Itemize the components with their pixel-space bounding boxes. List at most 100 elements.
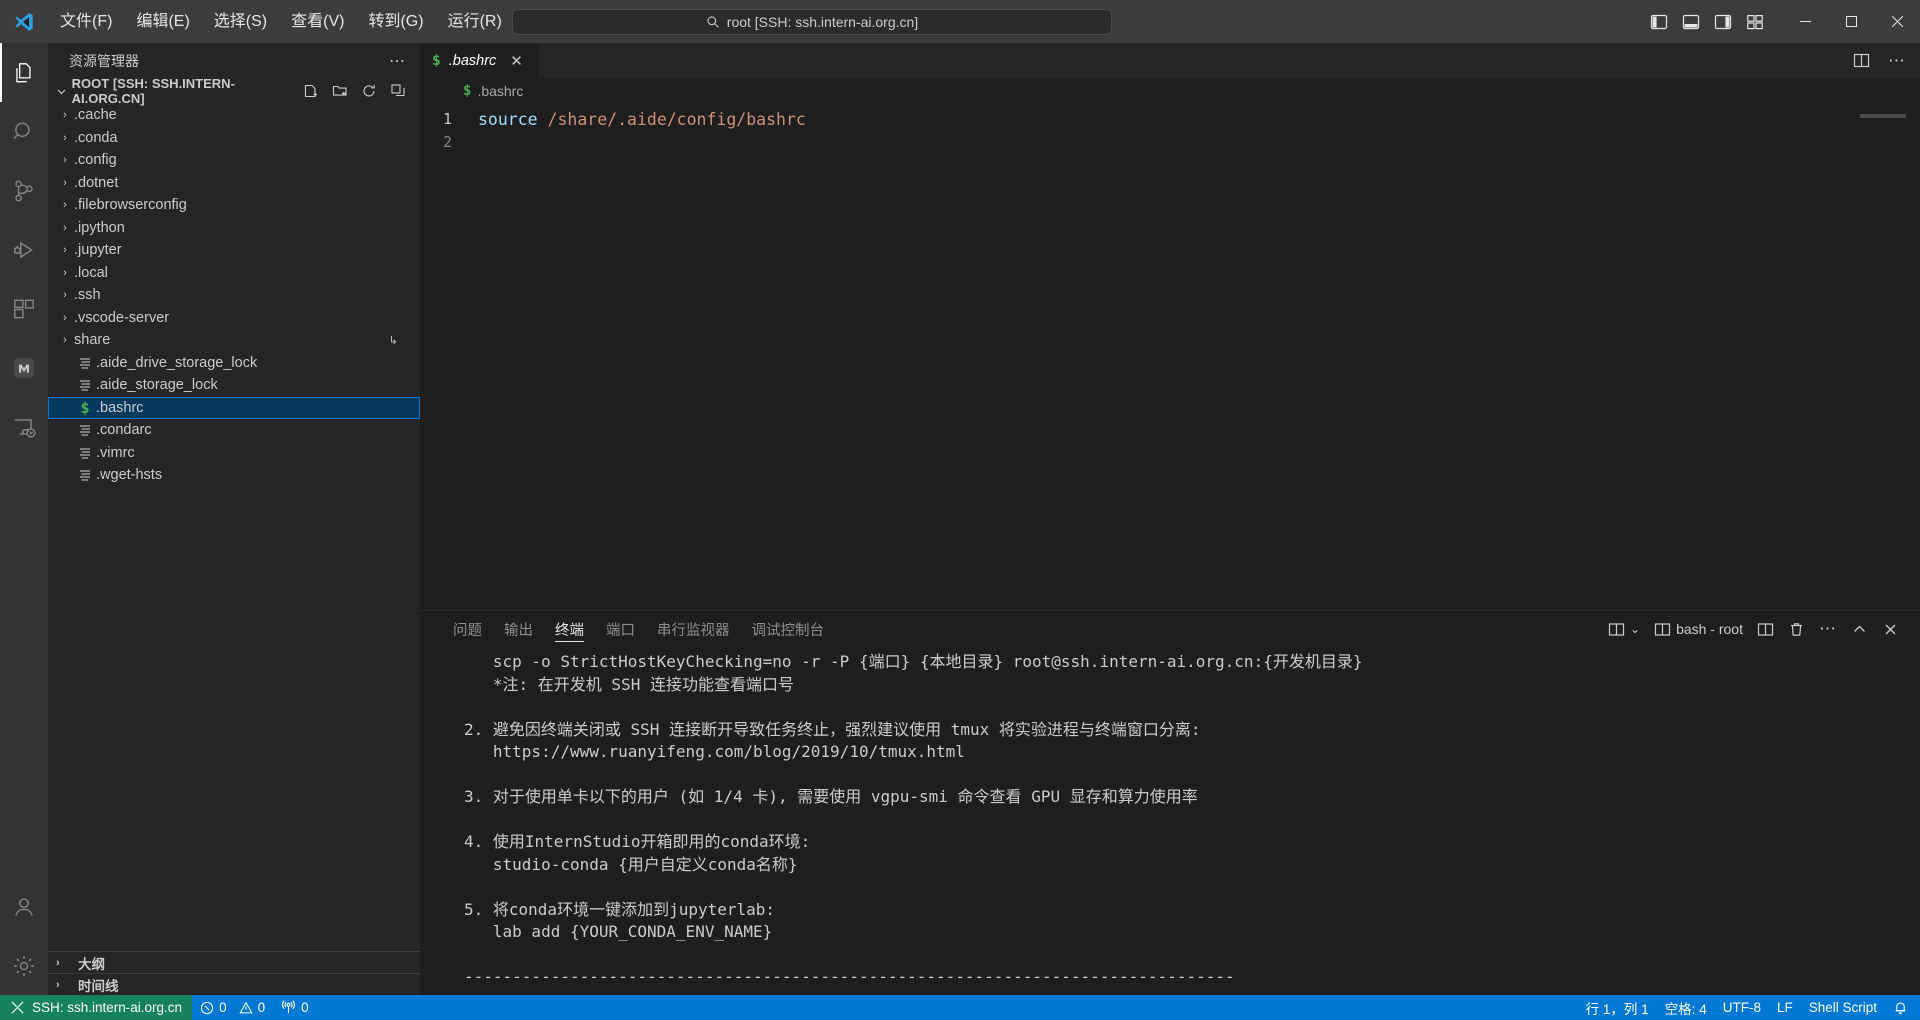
tree-item-dotnet[interactable]: › .dotnet	[48, 172, 420, 195]
tree-item-ipython[interactable]: › .ipython	[48, 217, 420, 240]
sidebar-section-timeline[interactable]: › 时间线	[48, 973, 420, 995]
activity-item-marscode[interactable]	[0, 338, 48, 397]
symlink-icon: ↳	[388, 334, 398, 347]
warning-icon	[238, 1001, 253, 1015]
close-icon[interactable]: ✕	[510, 52, 523, 70]
collapse-all-icon[interactable]	[390, 83, 406, 99]
tree-root-folder[interactable]: ROOT [SSH: SSH.INTERN-AI.ORG.CN]	[48, 78, 420, 106]
sidebar-section-outline[interactable]: › 大纲	[48, 951, 420, 973]
split-terminal-button[interactable]	[1750, 617, 1781, 642]
activity-item-extensions[interactable]	[0, 279, 48, 338]
vscode-window: 文件(F) 编辑(E) 选择(S) 查看(V) 转到(G) 运行(R) … ← …	[0, 0, 1920, 1020]
command-center[interactable]: root [SSH: ssh.intern-ai.org.cn]	[512, 8, 1112, 35]
tree-item-filebrowserconfig[interactable]: › .filebrowserconfig	[48, 194, 420, 217]
minimize-button[interactable]	[1782, 0, 1828, 43]
maximize-panel-button[interactable]	[1844, 617, 1875, 642]
tree-item-vscode-server[interactable]: › .vscode-server	[48, 307, 420, 330]
menu-run[interactable]: 运行(R)	[436, 7, 514, 37]
toggle-primary-sidebar-icon[interactable]	[1650, 13, 1668, 31]
tree-item-label: .ipython	[74, 219, 125, 236]
activity-item-run-and-debug[interactable]	[0, 220, 48, 279]
terminal-layout-button[interactable]: ⌄	[1601, 617, 1647, 642]
menu-view[interactable]: 查看(V)	[279, 7, 356, 37]
status-remote-indicator[interactable]: SSH: ssh.intern-ai.org.cn	[0, 995, 193, 1020]
panel-tab-terminal[interactable]: 终端	[544, 611, 595, 647]
tree-item-cache[interactable]: › .cache	[48, 104, 420, 127]
status-cursor-position[interactable]: 行 1，列 1	[1578, 995, 1657, 1020]
menu-go[interactable]: 转到(G)	[356, 7, 435, 37]
kill-terminal-button[interactable]	[1781, 617, 1812, 642]
code-line-1: 1 source /share/.aide/config/bashrc	[420, 108, 1920, 131]
text-file-icon	[74, 378, 96, 392]
menu-selection[interactable]: 选择(S)	[202, 7, 279, 37]
close-button[interactable]	[1874, 0, 1920, 43]
tree-item-label: .config	[74, 152, 117, 169]
tree-item-aide-storage-lock[interactable]: .aide_storage_lock	[48, 374, 420, 397]
tree-item-label: .vimrc	[96, 444, 135, 461]
activity-item-accounts[interactable]	[0, 877, 48, 936]
status-encoding[interactable]: UTF-8	[1715, 995, 1769, 1020]
editor-tab-bashrc[interactable]: $ .bashrc ✕	[420, 43, 540, 78]
shell-file-icon: $	[432, 52, 441, 69]
code-editor[interactable]: 1 source /share/.aide/config/bashrc 2	[420, 104, 1920, 610]
activity-item-explorer[interactable]	[0, 43, 48, 102]
toggle-panel-icon[interactable]	[1682, 13, 1700, 31]
panel-tab-serial-monitor[interactable]: 串行监视器	[646, 611, 741, 647]
sidebar-section-label: 大纲	[78, 956, 105, 972]
split-editor-icon[interactable]	[1853, 52, 1870, 69]
chevron-right-icon: ›	[63, 244, 67, 257]
status-problems[interactable]: 0 0	[192, 995, 273, 1020]
tree-item-wget-hsts[interactable]: .wget-hsts	[48, 464, 420, 487]
activity-item-remote-explorer[interactable]	[0, 397, 48, 456]
panel-more-actions-button[interactable]: ⋯	[1812, 615, 1844, 643]
tree-item-config[interactable]: › .config	[48, 149, 420, 172]
tree-item-jupyter[interactable]: › .jupyter	[48, 239, 420, 262]
terminal-output[interactable]: scp -o StrictHostKeyChecking=no -r -P {端…	[420, 647, 1920, 995]
panel-tab-debug-console[interactable]: 调试控制台	[741, 611, 836, 647]
activity-item-search[interactable]	[0, 102, 48, 161]
terminal-instance-selector[interactable]: bash - root	[1647, 617, 1750, 642]
status-error-count: 0	[219, 1000, 227, 1015]
status-eol[interactable]: LF	[1769, 995, 1801, 1020]
title-bar: 文件(F) 编辑(E) 选择(S) 查看(V) 转到(G) 运行(R) … ← …	[0, 0, 1920, 43]
menu-edit[interactable]: 编辑(E)	[124, 7, 201, 37]
status-language-mode[interactable]: Shell Script	[1801, 995, 1885, 1020]
tree-item-aide-drive-storage-lock[interactable]: .aide_drive_storage_lock	[48, 352, 420, 375]
tree-item-label: .local	[74, 264, 108, 281]
refresh-icon[interactable]	[361, 83, 377, 99]
breadcrumb-item-file[interactable]: .bashrc	[477, 83, 523, 99]
tree-item-local[interactable]: › .local	[48, 262, 420, 285]
chevron-right-icon: ›	[63, 109, 67, 122]
toggle-secondary-sidebar-icon[interactable]	[1714, 13, 1732, 31]
terminal-line: scp -o StrictHostKeyChecking=no -r -P {端…	[464, 652, 1363, 671]
more-actions-icon[interactable]: ⋯	[1888, 51, 1906, 71]
terminal-line: studio-conda {用户自定义conda名称}	[464, 854, 798, 874]
terminal-icon	[1654, 621, 1671, 638]
close-panel-button[interactable]	[1875, 617, 1906, 642]
sidebar-more-actions-button[interactable]: ⋯	[381, 51, 414, 71]
status-ports[interactable]: 0	[273, 995, 317, 1020]
chevron-right-icon: ›	[63, 131, 67, 144]
activity-item-source-control[interactable]	[0, 161, 48, 220]
customize-layout-icon[interactable]	[1746, 13, 1764, 31]
panel-tab-output[interactable]: 输出	[493, 611, 544, 647]
tree-item-condarc[interactable]: .condarc	[48, 419, 420, 442]
new-folder-icon[interactable]	[332, 83, 348, 99]
panel-tab-problems[interactable]: 问题	[442, 611, 493, 647]
tree-item-share[interactable]: › share ↳	[48, 329, 420, 352]
panel-tab-ports[interactable]: 端口	[595, 611, 646, 647]
status-notifications[interactable]	[1885, 995, 1916, 1020]
new-file-icon[interactable]	[303, 83, 319, 99]
tree-item-bashrc[interactable]: $ .bashrc	[48, 396, 420, 419]
maximize-button[interactable]	[1828, 0, 1874, 43]
activity-item-settings[interactable]	[0, 936, 48, 995]
tree-item-vimrc[interactable]: .vimrc	[48, 442, 420, 465]
status-indentation[interactable]: 空格: 4	[1657, 995, 1715, 1020]
tree-item-conda[interactable]: › .conda	[48, 127, 420, 150]
tree-item-ssh[interactable]: › .ssh	[48, 284, 420, 307]
menu-file[interactable]: 文件(F)	[48, 7, 124, 37]
minimap[interactable]	[1860, 114, 1906, 118]
